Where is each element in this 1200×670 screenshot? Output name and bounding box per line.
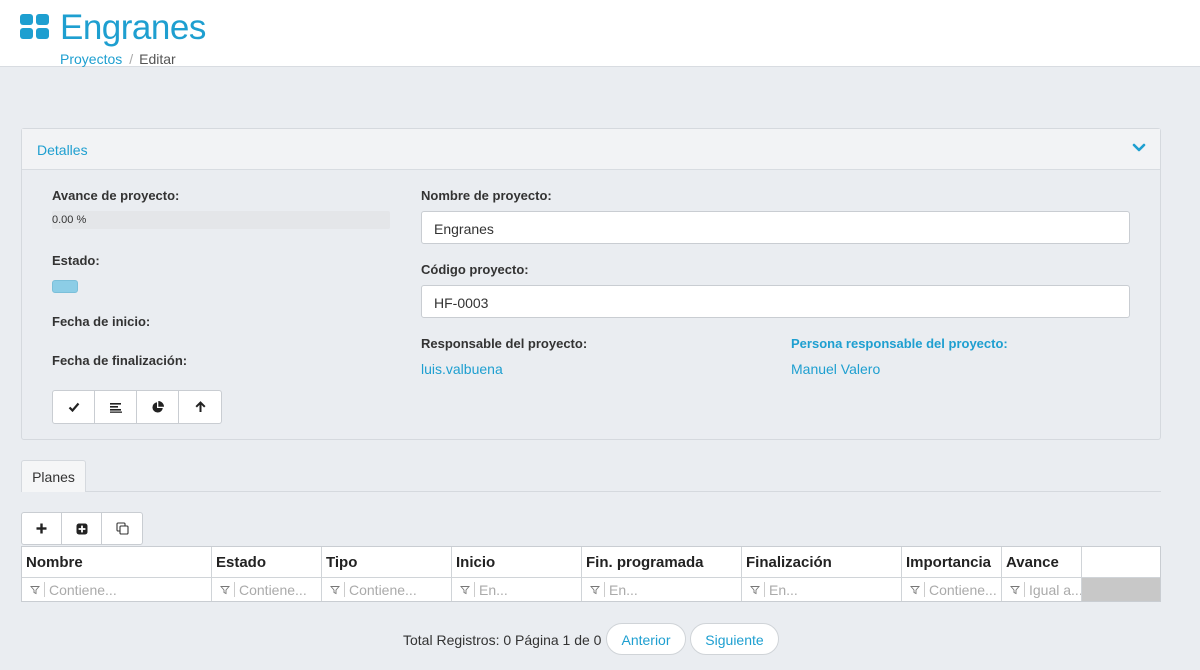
avance-progress-bar: 0.00 % [52,211,390,229]
upload-button[interactable] [179,391,221,423]
fecha-finalizacion-label: Fecha de finalización: [52,353,188,368]
column-header-finalizacion[interactable]: Finalización [742,547,902,578]
avance-progress-text: 0.00 % [52,214,87,226]
filter-icon[interactable] [30,585,40,595]
next-page-button[interactable]: Siguiente [690,623,779,655]
grid-filter-row: Contiene... Contiene... Contiene... En..… [22,578,1160,601]
nombre-field[interactable]: Engranes [421,211,1130,244]
column-header-spacer [1082,547,1160,578]
filter-cell-finalizacion[interactable]: En... [742,578,902,601]
codigo-field[interactable]: HF-0003 [421,285,1130,318]
filter-cell-estado[interactable]: Contiene... [212,578,322,601]
filter-icon[interactable] [330,585,340,595]
persona-responsable-link[interactable]: Manuel Valero [791,361,880,377]
column-header-inicio[interactable]: Inicio [452,547,582,578]
complete-button[interactable] [53,391,95,423]
details-panel-header[interactable]: Detalles [22,129,1160,170]
filter-input-inicio[interactable]: En... [479,582,508,598]
details-panel-title[interactable]: Detalles [37,142,88,158]
filter-cell-inicio[interactable]: En... [452,578,582,601]
pager: Total Registros: 0 Página 1 de 0 Anterio… [0,623,1200,655]
grid-icon [20,14,50,39]
fecha-inicio-label: Fecha de inicio: [52,314,151,329]
filter-icon[interactable] [590,585,600,595]
tab-planes[interactable]: Planes [21,460,86,492]
plus-icon [36,523,47,534]
column-header-estado[interactable]: Estado [212,547,322,578]
filter-input-avance[interactable]: Igual a... [1029,582,1081,598]
filter-cell-fin-programada[interactable]: En... [582,578,742,601]
plans-grid: Nombre Estado Tipo Inicio Fin. programad… [21,546,1161,602]
codigo-label: Código proyecto: [421,262,529,277]
stats-button[interactable] [137,391,179,423]
add-plan-button[interactable] [22,513,62,544]
column-header-tipo[interactable]: Tipo [322,547,452,578]
filter-cell-importancia[interactable]: Contiene... [902,578,1002,601]
tab-divider [86,491,1161,492]
align-left-icon [109,402,122,413]
breadcrumb-current: Editar [139,51,176,67]
estado-label: Estado: [52,253,100,268]
column-header-importancia[interactable]: Importancia [902,547,1002,578]
filter-icon[interactable] [460,585,470,595]
breadcrumb: Proyectos / Editar [60,51,176,67]
persona-responsable-label: Persona responsable del proyecto: [791,336,1008,351]
copy-icon [115,522,129,535]
responsable-label: Responsable del proyecto: [421,336,588,351]
filter-icon[interactable] [220,585,230,595]
top-bar: Engranes Proyectos / Editar [0,0,1200,67]
filter-icon[interactable] [1010,585,1020,595]
breadcrumb-link-proyectos[interactable]: Proyectos [60,51,122,67]
grid-header-row: Nombre Estado Tipo Inicio Fin. programad… [22,547,1160,578]
filter-input-importancia[interactable]: Contiene... [929,582,997,598]
column-header-avance[interactable]: Avance [1002,547,1082,578]
filter-input-tipo[interactable]: Contiene... [349,582,417,598]
details-panel: Detalles Avance de proyecto: 0.00 % Esta… [21,128,1161,440]
nombre-label: Nombre de proyecto: [421,188,552,203]
arrow-up-icon [194,401,206,412]
plus-square-icon [76,523,87,534]
filter-icon[interactable] [910,585,920,595]
responsable-link[interactable]: luis.valbuena [421,361,503,377]
breadcrumb-separator: / [129,51,134,67]
chevron-down-icon[interactable] [1132,143,1146,153]
filter-input-finalizacion[interactable]: En... [769,582,798,598]
filter-cell-spacer [1082,578,1160,601]
grid-toolbar [21,512,143,545]
column-header-nombre[interactable]: Nombre [22,547,212,578]
filter-cell-nombre[interactable]: Contiene... [22,578,212,601]
project-actions-group [52,390,222,424]
column-header-fin-programada[interactable]: Fin. programada [582,547,742,578]
add-plan-detail-button[interactable] [62,513,102,544]
gantt-button[interactable] [95,391,137,423]
filter-cell-avance[interactable]: Igual a... [1002,578,1082,601]
pie-chart-icon [152,400,164,413]
filter-input-estado[interactable]: Contiene... [239,582,307,598]
avance-label: Avance de proyecto: [52,188,180,203]
filter-input-nombre[interactable]: Contiene... [49,582,117,598]
previous-page-button[interactable]: Anterior [606,623,686,655]
pager-summary: Total Registros: 0 Página 1 de 0 [403,632,602,648]
check-icon [68,402,79,412]
status-badge [52,280,78,293]
filter-icon[interactable] [750,585,760,595]
page-title: Engranes [60,8,206,47]
filter-input-fin-programada[interactable]: En... [609,582,638,598]
filter-cell-tipo[interactable]: Contiene... [322,578,452,601]
copy-plan-button[interactable] [102,513,142,544]
